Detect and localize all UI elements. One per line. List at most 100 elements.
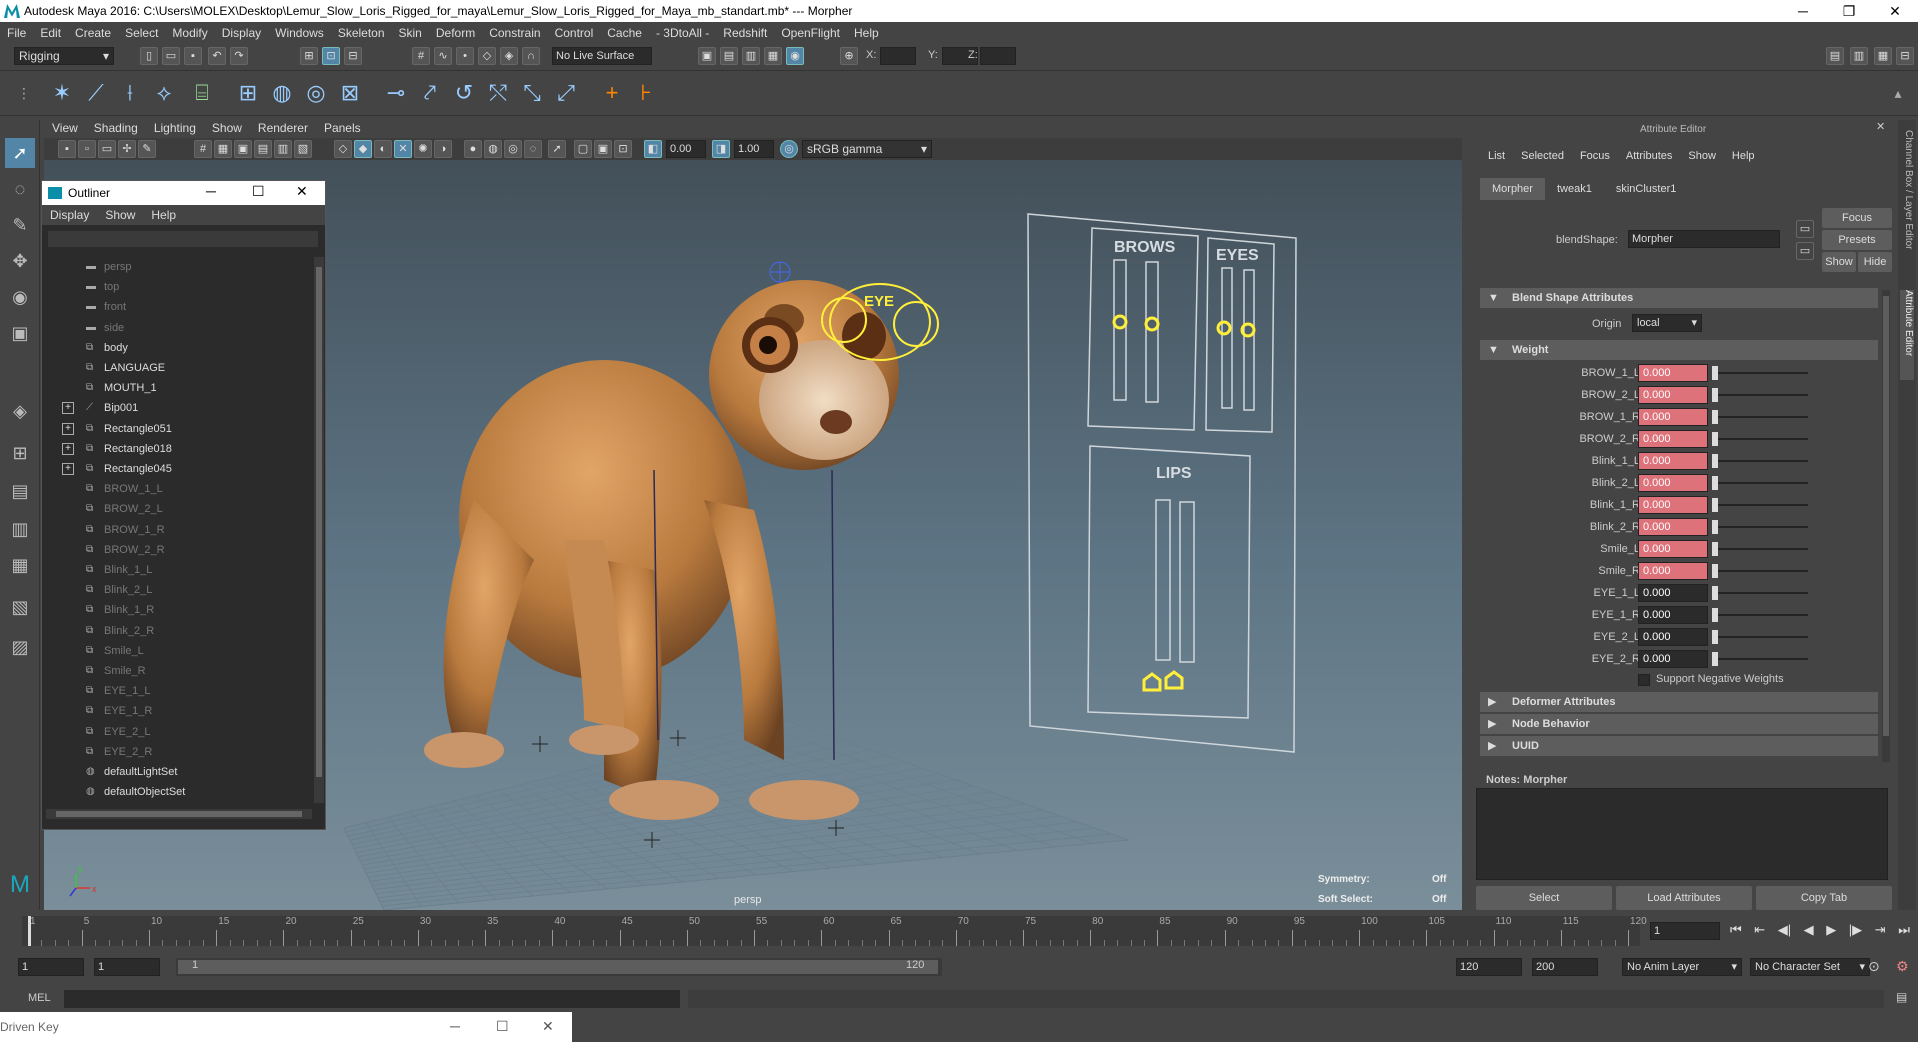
attr-close-icon[interactable]: ✕ bbox=[1876, 120, 1885, 133]
outliner-item[interactable]: ⧉ EYE_1_R bbox=[42, 701, 312, 721]
scene-end-field[interactable]: 200 bbox=[1532, 958, 1598, 976]
current-time-marker[interactable] bbox=[28, 916, 31, 946]
select-object-icon[interactable]: ⊡ bbox=[322, 47, 340, 65]
menu-deform[interactable]: Deform bbox=[429, 26, 482, 40]
step-forward-key-icon[interactable]: ⇥ bbox=[1875, 922, 1886, 940]
weight-value-field[interactable]: 0.000 bbox=[1638, 650, 1708, 668]
weight-value-field[interactable]: 0.000 bbox=[1638, 430, 1708, 448]
attr-menu-show[interactable]: Show bbox=[1680, 146, 1724, 166]
gamma-icon[interactable]: ◨ bbox=[712, 140, 730, 158]
attr-tab-skincluster1[interactable]: skinCluster1 bbox=[1604, 178, 1689, 200]
weight-slider-handle[interactable] bbox=[1712, 454, 1718, 468]
weight-slider-handle[interactable] bbox=[1712, 630, 1718, 644]
parent-constraint-icon[interactable]: ⤲ bbox=[482, 77, 514, 109]
viewport-menu-renderer[interactable]: Renderer bbox=[250, 121, 316, 135]
camera-attr-icon[interactable]: ▪ bbox=[58, 140, 76, 158]
channel-box-tab[interactable]: Channel Box / Layer Editor bbox=[1900, 130, 1914, 280]
outliner-minimize-button[interactable]: ─ bbox=[206, 183, 216, 199]
transform-input-icon[interactable]: ⊕ bbox=[840, 47, 858, 65]
attr-tab-morpher[interactable]: Morpher bbox=[1480, 178, 1545, 200]
hide-button[interactable]: Hide bbox=[1858, 252, 1892, 272]
snap-surface-icon[interactable]: ◈ bbox=[500, 47, 518, 65]
weight-slider[interactable] bbox=[1712, 372, 1808, 374]
weight-slider[interactable] bbox=[1712, 570, 1808, 572]
focus-button[interactable]: Focus bbox=[1822, 208, 1892, 228]
xray-icon[interactable]: ▢ bbox=[574, 140, 592, 158]
maya-home-icon[interactable]: M bbox=[5, 870, 35, 900]
two-d-pan-icon[interactable]: ✢ bbox=[118, 140, 136, 158]
outliner-item[interactable]: ▬ front bbox=[42, 297, 312, 317]
outliner-hscrollbar[interactable] bbox=[46, 809, 312, 819]
outliner-vscrollbar[interactable] bbox=[314, 257, 324, 803]
step-back-frame-icon[interactable]: ◀| bbox=[1778, 922, 1791, 940]
weight-slider-handle[interactable] bbox=[1712, 652, 1718, 666]
hypershade-icon[interactable]: ◉ bbox=[786, 47, 804, 65]
viewport-menu-panels[interactable]: Panels bbox=[316, 121, 369, 135]
outliner-item[interactable]: ⧉ BROW_1_L bbox=[42, 479, 312, 499]
script-language-label[interactable]: MEL bbox=[28, 992, 51, 1004]
weight-slider-handle[interactable] bbox=[1712, 498, 1718, 512]
weight-slider[interactable] bbox=[1712, 548, 1808, 550]
render-view-icon[interactable]: ▣ bbox=[698, 47, 716, 65]
viewport-menu-show[interactable]: Show bbox=[204, 121, 250, 135]
time-slider[interactable]: 1 5 10 15 20 25 30 35 40 45 50 55 60 65 70 75 80 85 90 95 10… bbox=[0, 912, 1918, 952]
driven-key-minimize-button[interactable]: ─ bbox=[450, 1018, 460, 1034]
resolution-gate-icon[interactable]: ▣ bbox=[234, 140, 252, 158]
pole-vector-icon[interactable]: ⤡ bbox=[516, 77, 548, 109]
outliner-maximize-button[interactable]: ☐ bbox=[252, 183, 265, 200]
wire-icon[interactable]: ⊠ bbox=[334, 77, 366, 109]
ambient-occlusion-icon[interactable]: ● bbox=[464, 140, 482, 158]
uuid-section[interactable]: ▶ UUID bbox=[1480, 736, 1878, 756]
shelf-options-icon[interactable]: ⋮ bbox=[8, 77, 40, 109]
snap-point-icon[interactable]: • bbox=[456, 47, 474, 65]
character-set-dropdown[interactable]: No Character Set ▾ bbox=[1750, 958, 1870, 976]
redo-icon[interactable]: ↷ bbox=[230, 47, 248, 65]
weight-slider[interactable] bbox=[1712, 394, 1808, 396]
weight-value-field[interactable]: 0.000 bbox=[1638, 364, 1708, 382]
menu-control[interactable]: Control bbox=[548, 26, 601, 40]
weight-value-field[interactable]: 0.000 bbox=[1638, 452, 1708, 470]
outliner-menu-show[interactable]: Show bbox=[97, 208, 143, 222]
color-space-dropdown[interactable]: sRGB gamma ▾ bbox=[802, 140, 932, 158]
copy-tab-button[interactable]: Copy Tab bbox=[1756, 886, 1892, 910]
save-scene-icon[interactable]: ▪ bbox=[184, 47, 202, 65]
weight-value-field[interactable]: 0.000 bbox=[1638, 606, 1708, 624]
weight-slider-handle[interactable] bbox=[1712, 586, 1718, 600]
show-button[interactable]: Show bbox=[1822, 252, 1856, 272]
ipr-render-icon[interactable]: ▥ bbox=[742, 47, 760, 65]
weight-slider[interactable] bbox=[1712, 526, 1808, 528]
outliner-item[interactable]: ⧉ Blink_1_L bbox=[42, 560, 312, 580]
current-frame-field[interactable]: 1 bbox=[1650, 922, 1720, 940]
outliner-filter-field[interactable] bbox=[48, 231, 318, 247]
weight-slider-handle[interactable] bbox=[1712, 410, 1718, 424]
viewport-menu-view[interactable]: View bbox=[44, 121, 86, 135]
blend-shape-attributes-section[interactable]: ▼ Blend Shape Attributes bbox=[1480, 288, 1878, 308]
menuset-dropdown[interactable]: Rigging ▾ bbox=[14, 47, 114, 65]
outliner-item[interactable]: + ⧉ Rectangle045 bbox=[42, 459, 312, 479]
outliner-menu-display[interactable]: Display bbox=[42, 208, 97, 222]
grease-pencil-icon[interactable]: ✎ bbox=[138, 140, 156, 158]
locator-icon[interactable]: + bbox=[596, 77, 628, 109]
minimize-button[interactable]: ─ bbox=[1780, 0, 1826, 22]
attr-menu-focus[interactable]: Focus bbox=[1572, 146, 1618, 166]
select-component-icon[interactable]: ⊟ bbox=[344, 47, 362, 65]
weight-section[interactable]: ▼ Weight bbox=[1480, 340, 1878, 360]
preferences-icon[interactable]: ⚙ bbox=[1896, 958, 1909, 975]
weight-slider[interactable] bbox=[1712, 504, 1808, 506]
outliner-item[interactable]: ⧉ LANGUAGE bbox=[42, 358, 312, 378]
maximize-button[interactable]: ❐ bbox=[1826, 0, 1872, 22]
layout-b-icon[interactable]: ▥ bbox=[5, 514, 35, 544]
depth-of-field-icon[interactable]: ◌ bbox=[524, 140, 542, 158]
xray-components-icon[interactable]: ⊡ bbox=[614, 140, 632, 158]
rotate-tool-icon[interactable]: ◉ bbox=[5, 282, 35, 312]
driven-key-maximize-button[interactable]: ☐ bbox=[496, 1018, 509, 1035]
scale-constraint-icon[interactable]: ⤢ bbox=[550, 77, 582, 109]
support-negative-checkbox[interactable] bbox=[1638, 674, 1650, 686]
modeling-toolkit-icon[interactable]: ▤ bbox=[1826, 47, 1844, 65]
weight-slider[interactable] bbox=[1712, 614, 1808, 616]
outliner-item[interactable]: ⧉ Blink_2_R bbox=[42, 621, 312, 641]
lasso-tool-icon[interactable]: ◌ bbox=[5, 174, 35, 204]
magnet-icon[interactable]: ∩ bbox=[522, 47, 540, 65]
close-button[interactable]: ✕ bbox=[1872, 0, 1918, 22]
outliner-item[interactable]: ▬ top bbox=[42, 277, 312, 297]
